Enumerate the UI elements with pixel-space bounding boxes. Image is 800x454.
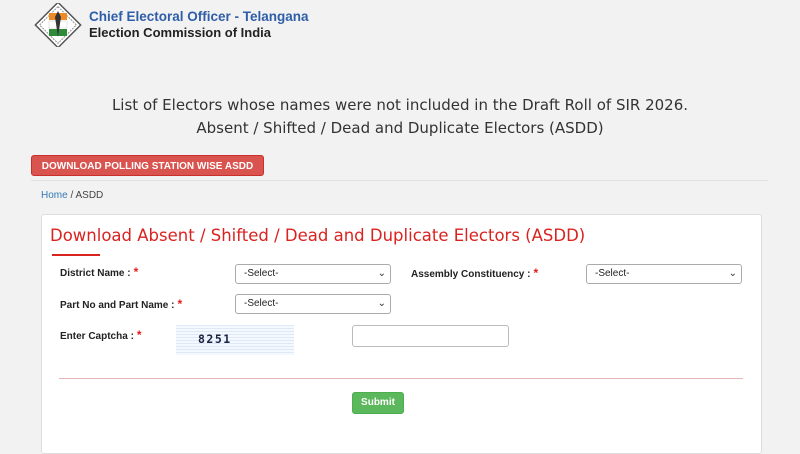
required-mark: * [136,328,142,342]
district-label-text: District Name : [60,268,131,279]
required-mark: * [177,297,183,311]
page-heading-line2: Absent / Shifted / Dead and Duplicate El… [196,119,604,137]
page-heading: List of Electors whose names were not in… [0,94,800,140]
title-underline [52,254,100,256]
chevron-down-icon: ⌄ [728,268,737,279]
org-title[interactable]: Chief Electoral Officer - Telangana [89,9,309,24]
assembly-constituency-select[interactable]: -Select- ⌄ [586,264,742,284]
breadcrumb: Home / ASDD [41,190,103,201]
required-mark: * [133,265,139,279]
chevron-down-icon: ⌄ [377,298,386,309]
part-label: Part No and Part Name : * [60,297,182,311]
breadcrumb-separator: / [70,190,74,201]
captcha-code: 8251 [198,332,232,346]
assembly-label-text: Assembly Constituency : [411,269,531,280]
district-select[interactable]: -Select- ⌄ [235,264,391,284]
part-select-value: -Select- [244,298,279,309]
district-select-value: -Select- [244,268,279,279]
breadcrumb-current: ASDD [75,190,104,201]
site-header: Chief Electoral Officer - Telangana Elec… [0,0,800,48]
captcha-image [176,325,294,355]
captcha-label-text: Enter Captcha : [60,331,134,342]
divider [31,180,768,181]
breadcrumb-home-link[interactable]: Home [41,190,68,201]
chevron-down-icon: ⌄ [377,268,386,279]
captcha-input[interactable] [352,325,509,347]
required-mark: * [533,266,539,280]
assembly-label: Assembly Constituency : * [411,266,538,280]
captcha-label: Enter Captcha : * [60,328,142,342]
page-heading-line1: List of Electors whose names were not in… [111,96,689,114]
form-title: Download Absent / Shifted / Dead and Dup… [50,226,586,245]
district-label: District Name : * [60,265,138,279]
org-subtitle: Election Commission of India [89,25,272,40]
part-select[interactable]: -Select- ⌄ [235,294,391,314]
download-polling-station-button[interactable]: DOWNLOAD POLLING STATION WISE ASDD [31,155,264,176]
part-label-text: Part No and Part Name : [60,300,175,311]
election-commission-logo-icon[interactable] [34,3,82,47]
assembly-select-value: -Select- [595,268,630,279]
form-divider [59,378,743,379]
submit-button[interactable]: Submit [352,392,404,414]
